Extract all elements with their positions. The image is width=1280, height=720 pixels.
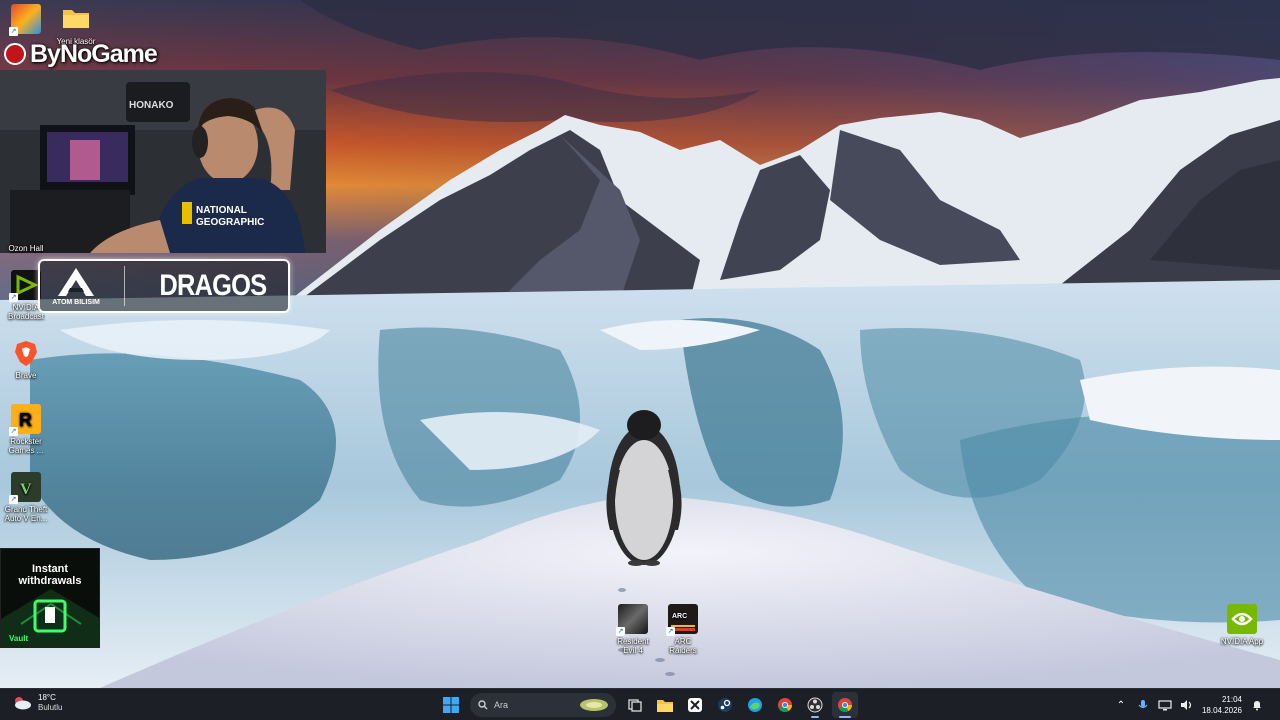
task-view-button[interactable] [622,692,648,718]
volume-button[interactable] [1180,698,1194,712]
promo-brand: Vault [9,634,29,643]
edge-icon [748,698,762,712]
app-shortcut-icon: ↗ [9,4,41,36]
stream-brand-logo: ByNoGame [4,38,158,70]
task-view-icon [628,699,642,712]
desktop-icon-brave[interactable]: Brave [4,338,48,380]
sponsor-divider [124,266,126,306]
arc-raiders-icon: ARC ↗ [666,604,698,636]
notifications-button[interactable] [1250,698,1264,712]
clock-time: 21:04 [1221,695,1242,704]
active-indicator [839,716,851,718]
nvidia-app-icon [1227,604,1257,634]
weather-desc: Bulutlu [38,703,63,712]
desktop-icon-label: Rockster Games ... [8,437,44,455]
shortcut-arrow-icon: ↗ [9,27,18,36]
start-button[interactable] [438,692,464,718]
taskbar-clock[interactable]: 21:04 18.04.2026 [1202,694,1242,716]
file-explorer-button[interactable] [652,692,678,718]
desktop-icon-ozon[interactable]: Ozon Hall [4,228,48,253]
promo-title-line2: withdrawals [18,575,82,587]
shortcut-arrow-icon: ↗ [666,627,675,636]
steam-button[interactable] [712,692,738,718]
weather-widget[interactable]: 18°C Bulutlu [12,693,62,713]
xbox-button[interactable] [682,692,708,718]
bell-icon [1253,701,1261,711]
sponsor-banner: ATOM BILISIM DRAGOS [38,259,290,313]
obs-icon [807,697,823,713]
sponsor-left-text: ATOM BILISIM [52,299,100,306]
webcam-overlay: NATIONAL GEOGRAPHIC HONAKO [0,70,326,253]
shirt-text-1: NATIONAL [196,205,247,216]
search-highlight-icon [580,699,608,711]
chrome-profile-button[interactable] [832,692,858,718]
webcam-feed: NATIONAL GEOGRAPHIC HONAKO [0,70,326,253]
start-icon [443,697,459,713]
microphone-button[interactable] [1136,698,1150,712]
chrome-button[interactable] [772,692,798,718]
shortcut-arrow-icon: ↗ [616,627,625,636]
brand-text: ByNoGame [30,39,158,68]
desktop-icon-shortcut[interactable]: ↗ [4,4,48,37]
system-tray: ⌃ 21:04 18.04.2026 [1114,693,1264,717]
network-icon [1158,700,1172,711]
cloud-weather-icon [15,697,31,710]
obs-button[interactable] [802,692,828,718]
chrome-profile-icon [838,698,852,713]
svg-text:R: R [19,410,32,430]
atom-bilisim-logo: ATOM BILISIM [52,266,100,306]
volume-icon [1180,700,1192,710]
desktop-icon-nvidia-app[interactable]: NVIDIA App [1219,604,1265,646]
weather-temp: 18°C [38,693,56,702]
promo-title-line1: Instant [31,563,69,575]
folder-icon [61,4,91,34]
taskbar-search-box[interactable]: Ara [470,693,616,717]
rockstar-games-icon: R ↗ [9,404,41,436]
gta-v-icon: V ↗ [9,472,41,504]
steam-icon [718,698,732,712]
desktop-icon-label: Ozon Hall [8,244,44,253]
taskbar: 18°C Bulutlu Ara ⌃ 21:04 18.04.2026 [0,688,1280,720]
xbox-icon [688,698,702,712]
nvidia-broadcast-icon: ↗ [9,270,41,302]
desktop-icon-label: NVIDIA App [1220,637,1264,646]
desktop-icon-label: Resident Evil 4 [617,637,649,655]
shirt-text-2: GEOGRAPHIC [196,217,264,228]
bynogame-logo-icon [4,43,26,65]
microphone-icon [1138,700,1148,709]
taskbar-center: Ara [438,692,858,718]
desktop-icon-gta-v[interactable]: V ↗ Grand Theft Auto V En... [4,472,48,523]
brave-browser-icon [11,338,41,368]
vault-promo-overlay: Instant withdrawals Vault [0,548,100,648]
tray-overflow-button[interactable]: ⌃ [1114,698,1128,712]
chevron-up-icon: ⌃ [1116,699,1126,711]
svg-text:ARC: ARC [672,613,687,620]
resident-evil-4-icon: ↗ [616,604,648,636]
sponsor-right-text: DRAGOS [159,269,267,302]
desktop-icon-label: Brave [15,371,37,380]
desktop-icon-arc-raiders[interactable]: ARC ↗ ARC Raiders [661,604,705,655]
edge-button[interactable] [742,692,768,718]
search-icon [478,700,488,710]
promo-title: Instant withdrawals [1,563,99,587]
running-indicator [811,716,819,718]
shortcut-arrow-icon: ↗ [9,427,18,436]
desktop-icon-label: Grand Theft Auto V En... [4,505,48,523]
wall-sign-text: HONAKO [129,100,174,111]
shortcut-arrow-icon: ↗ [9,293,18,302]
desktop-icon-rockstar[interactable]: R ↗ Rockster Games ... [4,404,48,455]
clock-date: 18.04.2026 [1201,706,1242,715]
search-placeholder: Ara [494,700,509,710]
atom-logo-icon [58,268,95,296]
svg-text:V: V [20,481,32,498]
desktop-icon-label: ARC Raiders [669,637,697,655]
desktop-icon-resident-evil-4[interactable]: ↗ Resident Evil 4 [611,604,655,655]
shortcut-arrow-icon: ↗ [9,495,18,504]
file-explorer-icon [657,700,673,712]
network-button[interactable] [1158,698,1172,712]
chrome-icon [778,698,792,713]
